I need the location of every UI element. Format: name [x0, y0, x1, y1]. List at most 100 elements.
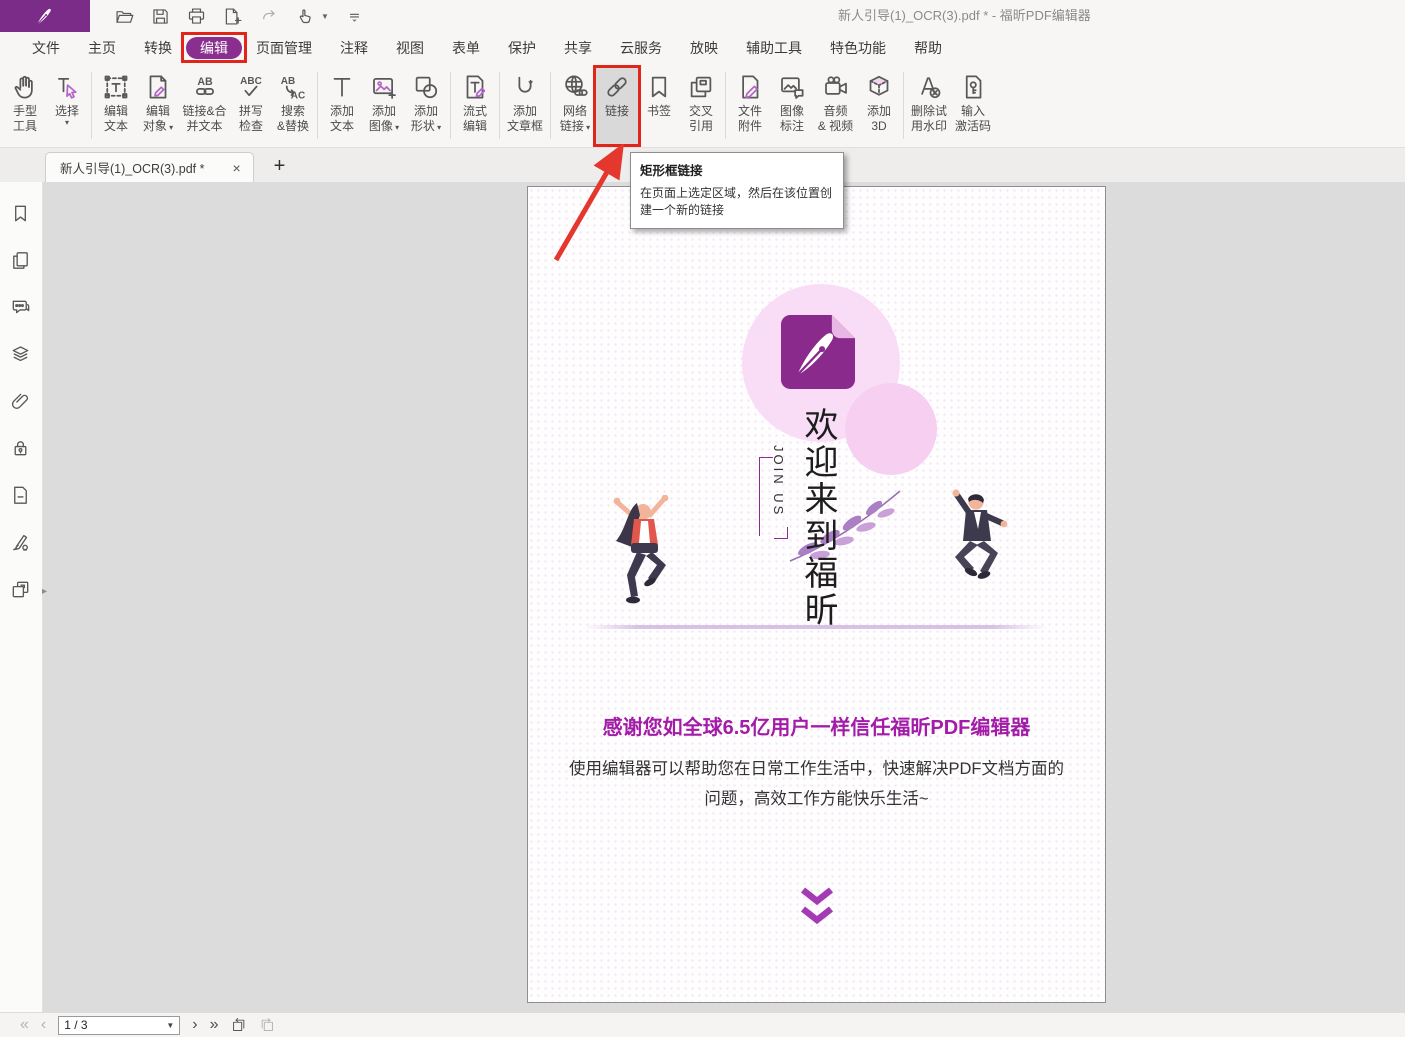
search-replace-icon: ABAC	[278, 72, 308, 102]
cube-3d-icon	[864, 72, 894, 102]
ribbon-button-label: 书签	[647, 104, 671, 119]
remove-watermark-icon	[914, 72, 944, 102]
new-tab-button[interactable]: +	[274, 155, 286, 178]
ribbon-button-label: 编辑文本	[104, 104, 128, 134]
previous-page-button[interactable]: ‹	[41, 1017, 46, 1033]
ribbon-group-separator	[725, 72, 726, 139]
ribbon-button-web-link[interactable]: 网络链接 ▾	[554, 67, 596, 147]
crossref-icon	[686, 72, 716, 102]
ribbon-button-add-text[interactable]: 添加文本	[321, 67, 363, 147]
bookmarks-panel-icon[interactable]	[9, 202, 33, 226]
attach-file-icon	[735, 72, 765, 102]
next-page-button[interactable]: ›	[192, 1017, 197, 1033]
ribbon-button-audio-video[interactable]: 音频& 视频	[813, 67, 858, 147]
menu-tab-file[interactable]: 文件	[18, 37, 74, 59]
menu-tab-form[interactable]: 表单	[438, 37, 494, 59]
menu-tab-present[interactable]: 放映	[676, 37, 732, 59]
page-number-dropdown[interactable]: 1 / 3 ▼	[58, 1016, 180, 1035]
ribbon-button-search-replace[interactable]: ABAC搜索&替换	[272, 67, 314, 147]
document-tab[interactable]: 新人引导(1)_OCR(3).pdf * ×	[45, 152, 254, 182]
ribbon-button-label: 交叉引用	[689, 104, 713, 134]
ribbon-button-edit-text[interactable]: 编辑文本	[95, 67, 137, 147]
save-icon[interactable]	[150, 6, 171, 27]
attachments-panel-icon[interactable]	[9, 390, 33, 414]
destinations-panel-icon[interactable]	[9, 484, 33, 508]
ribbon-button-link[interactable]: 链接	[596, 67, 638, 147]
print-icon[interactable]	[186, 6, 207, 27]
main-area: ▸ 欢迎来到福昕 JOIN US	[0, 182, 1405, 1012]
ribbon-button-link-merge-text[interactable]: AB链接&合并文本	[179, 67, 230, 147]
menu-tab-comment[interactable]: 注释	[326, 37, 382, 59]
welcome-vertical-title: 欢迎来到福昕	[794, 407, 843, 637]
hand-mode-icon[interactable]	[294, 6, 315, 27]
ribbon-group-separator	[499, 72, 500, 139]
ribbon-button-label: 图像标注	[780, 104, 804, 134]
related-files-panel-icon[interactable]	[9, 578, 33, 602]
menu-tab-page-manage[interactable]: 页面管理	[242, 37, 326, 59]
ribbon-button-spell-check[interactable]: ABC拼写检查	[230, 67, 272, 147]
menu-tab-edit[interactable]: 编辑	[186, 37, 242, 59]
app-window: ▼ 新人引导(1)_OCR(3).pdf * - 福昕PDF编辑器 文件主页转换…	[0, 0, 1405, 1037]
menu-tab-view[interactable]: 视图	[382, 37, 438, 59]
ribbon-button-select-tool[interactable]: 选择▾	[46, 67, 88, 147]
ribbon-button-label: 输入激活码	[955, 104, 991, 134]
ribbon-button-image-annotation[interactable]: 图像标注	[771, 67, 813, 147]
ribbon-button-bookmark[interactable]: 书签	[638, 67, 680, 147]
ribbon-button-enter-activation-code[interactable]: 输入激活码	[951, 67, 995, 147]
first-page-button[interactable]: «	[20, 1017, 29, 1033]
menu-tab-share[interactable]: 共享	[550, 37, 606, 59]
open-file-icon[interactable]	[114, 6, 135, 27]
new-page-icon[interactable]	[222, 6, 243, 27]
panel-expand-handle[interactable]: ▸	[42, 586, 47, 597]
bookmark-icon	[644, 72, 674, 102]
ribbon-button-label: 编辑对象 ▾	[143, 104, 173, 134]
previous-view-button[interactable]	[230, 1017, 247, 1034]
hand-icon	[10, 72, 40, 102]
doc-paragraph-line1: 使用编辑器可以帮助您在日常工作生活中，快速解决PDF文档方面的	[528, 754, 1105, 784]
hand-mode-icon-caret[interactable]: ▼	[321, 12, 329, 21]
tab-close-icon[interactable]: ×	[232, 161, 240, 175]
ribbon-button-hand-tool[interactable]: 手型工具	[4, 67, 46, 147]
next-view-button[interactable]	[259, 1017, 276, 1034]
flow-edit-icon	[460, 72, 490, 102]
ribbon-button-add-shape[interactable]: 添加形状 ▾	[405, 67, 447, 147]
signatures-panel-icon[interactable]	[9, 531, 33, 555]
foxit-logo-tile	[781, 315, 855, 389]
window-title: 新人引导(1)_OCR(3).pdf * - 福昕PDF编辑器	[838, 0, 1091, 32]
menu-tab-help[interactable]: 帮助	[900, 37, 956, 59]
redo-icon[interactable]	[258, 6, 279, 27]
menu-tab-cloud-service[interactable]: 云服务	[606, 37, 676, 59]
menu-tab-home[interactable]: 主页	[74, 37, 130, 59]
join-us-label: JOIN US	[771, 445, 786, 541]
ribbon-button-add-article-box[interactable]: 添加文章框	[503, 67, 547, 147]
menu-tab-convert[interactable]: 转换	[130, 37, 186, 59]
av-icon	[821, 72, 851, 102]
last-page-button[interactable]: »	[210, 1017, 219, 1033]
ribbon-button-add-image[interactable]: 添加图像 ▾	[363, 67, 405, 147]
tooltip-body: 在页面上选定区域，然后在该位置创建一个新的链接	[640, 185, 834, 219]
ribbon-button-cross-reference[interactable]: 交叉引用	[680, 67, 722, 147]
ribbon-button-add-3d[interactable]: 添加3D	[858, 67, 900, 147]
ribbon-button-remove-trial-watermark[interactable]: 删除试用水印	[907, 67, 951, 147]
customize-quick-access-icon[interactable]	[344, 6, 365, 27]
ribbon-button-file-attachment[interactable]: 文件附件	[729, 67, 771, 147]
jumping-man-illustration	[924, 487, 1020, 619]
ribbon-button-edit-object[interactable]: 编辑对象 ▾	[137, 67, 179, 147]
ribbon-button-flow-edit[interactable]: 流式编辑	[454, 67, 496, 147]
ribbon-toolbar: 手型工具选择▾ 编辑文本编辑对象 ▾AB链接&合并文本ABC拼写检查ABAC搜索&…	[0, 64, 1405, 148]
ribbon-button-label: 手型工具	[13, 104, 37, 134]
pages-panel-icon[interactable]	[9, 249, 33, 273]
ribbon-group-separator	[550, 72, 551, 139]
activation-code-icon	[958, 72, 988, 102]
menu-tab-accessibility-tools[interactable]: 辅助工具	[732, 37, 816, 59]
menu-tab-special-features[interactable]: 特色功能	[816, 37, 900, 59]
select-icon	[52, 72, 82, 102]
security-panel-icon[interactable]	[9, 437, 33, 461]
foxit-pen-nib-icon	[33, 5, 57, 27]
comments-panel-icon[interactable]	[9, 296, 33, 320]
ribbon-button-label: 文件附件	[738, 104, 762, 134]
ribbon-button-label: 音频& 视频	[818, 104, 853, 134]
ribbon-group-separator	[903, 72, 904, 139]
menu-tab-protect[interactable]: 保护	[494, 37, 550, 59]
layers-panel-icon[interactable]	[9, 343, 33, 367]
